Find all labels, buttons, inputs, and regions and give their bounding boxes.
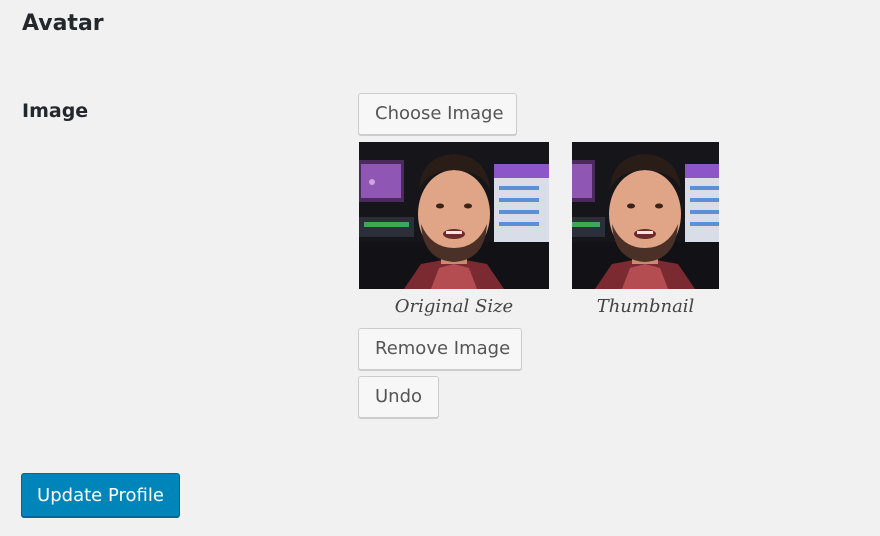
undo-button[interactable]: Undo bbox=[358, 376, 439, 418]
original-size-caption: Original Size bbox=[394, 296, 514, 317]
avatar-thumbnail-preview bbox=[572, 142, 719, 289]
image-field-label: Image bbox=[22, 100, 89, 122]
thumbnail-caption: Thumbnail bbox=[596, 296, 695, 317]
update-profile-button[interactable]: Update Profile bbox=[21, 473, 180, 517]
remove-image-button[interactable]: Remove Image bbox=[358, 328, 522, 370]
avatar-photo-original bbox=[359, 142, 549, 289]
avatar-photo-thumbnail bbox=[572, 142, 719, 289]
choose-image-button[interactable]: Choose Image bbox=[358, 93, 517, 135]
avatar-original-preview bbox=[359, 142, 549, 289]
section-title: Avatar bbox=[22, 11, 104, 36]
